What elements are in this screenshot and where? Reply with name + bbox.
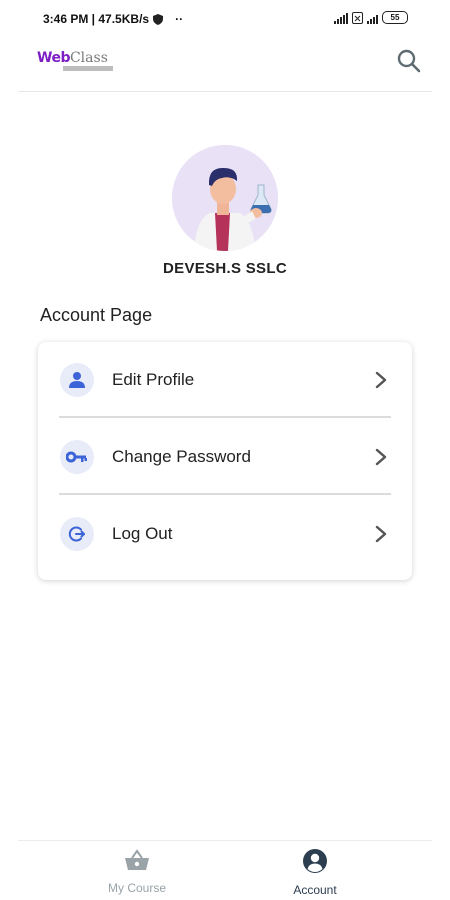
- status-dots: ··: [175, 12, 184, 26]
- battery-level: 55: [390, 13, 400, 22]
- logo-web-text: Web: [37, 50, 70, 66]
- status-left: 3:46 PM | 47.5KB/s ··: [43, 12, 183, 26]
- signal-icon-2: [367, 12, 378, 24]
- menu-icon-bg: [60, 440, 94, 474]
- account-menu-card: Edit Profile Change Password Log Out: [38, 342, 412, 580]
- menu-item-log-out[interactable]: Log Out: [38, 496, 412, 572]
- header-divider: [18, 91, 432, 92]
- nav-tab-my-course[interactable]: My Course: [77, 848, 197, 895]
- nav-label: My Course: [107, 881, 166, 895]
- avatar: [172, 145, 278, 251]
- logo-tagline-bar: [63, 66, 113, 71]
- basket-icon: [125, 849, 149, 870]
- status-bar: 3:46 PM | 47.5KB/s ·· 55: [0, 0, 450, 36]
- profile-username: DEVESH.S SSLC: [163, 260, 287, 277]
- sim-icon: [352, 11, 363, 24]
- status-time: 3:46 PM | 47.5KB/s: [43, 12, 150, 26]
- menu-item-change-password[interactable]: Change Password: [38, 419, 412, 495]
- key-icon: [66, 451, 87, 463]
- scientist-illustration: [172, 145, 278, 251]
- nav-label: Account: [293, 883, 337, 897]
- nav-tab-account[interactable]: Account: [255, 848, 375, 897]
- menu-divider: [59, 416, 391, 418]
- bottom-nav-divider: [18, 840, 432, 841]
- menu-item-label: Change Password: [112, 447, 251, 466]
- search-icon: [397, 49, 421, 73]
- logo-class-text: Class: [69, 50, 108, 66]
- chevron-right-icon: [375, 525, 387, 543]
- person-icon: [69, 372, 85, 388]
- battery-icon: 55: [382, 11, 408, 24]
- menu-item-label: Edit Profile: [112, 370, 195, 389]
- search-button[interactable]: [396, 48, 422, 74]
- chevron-right-icon: [375, 371, 387, 389]
- account-icon: [303, 849, 327, 873]
- menu-icon-bg: [60, 363, 94, 397]
- shield-icon: [153, 13, 164, 25]
- logout-icon: [68, 526, 85, 542]
- signal-icon: [334, 12, 348, 24]
- app-logo: WebClass: [37, 49, 115, 75]
- chevron-right-icon: [375, 448, 387, 466]
- menu-icon-bg: [60, 517, 94, 551]
- page-title: Account Page: [40, 305, 153, 325]
- status-right: 55: [334, 11, 408, 24]
- menu-item-edit-profile[interactable]: Edit Profile: [38, 342, 412, 418]
- menu-divider: [59, 493, 391, 495]
- menu-item-label: Log Out: [112, 524, 173, 543]
